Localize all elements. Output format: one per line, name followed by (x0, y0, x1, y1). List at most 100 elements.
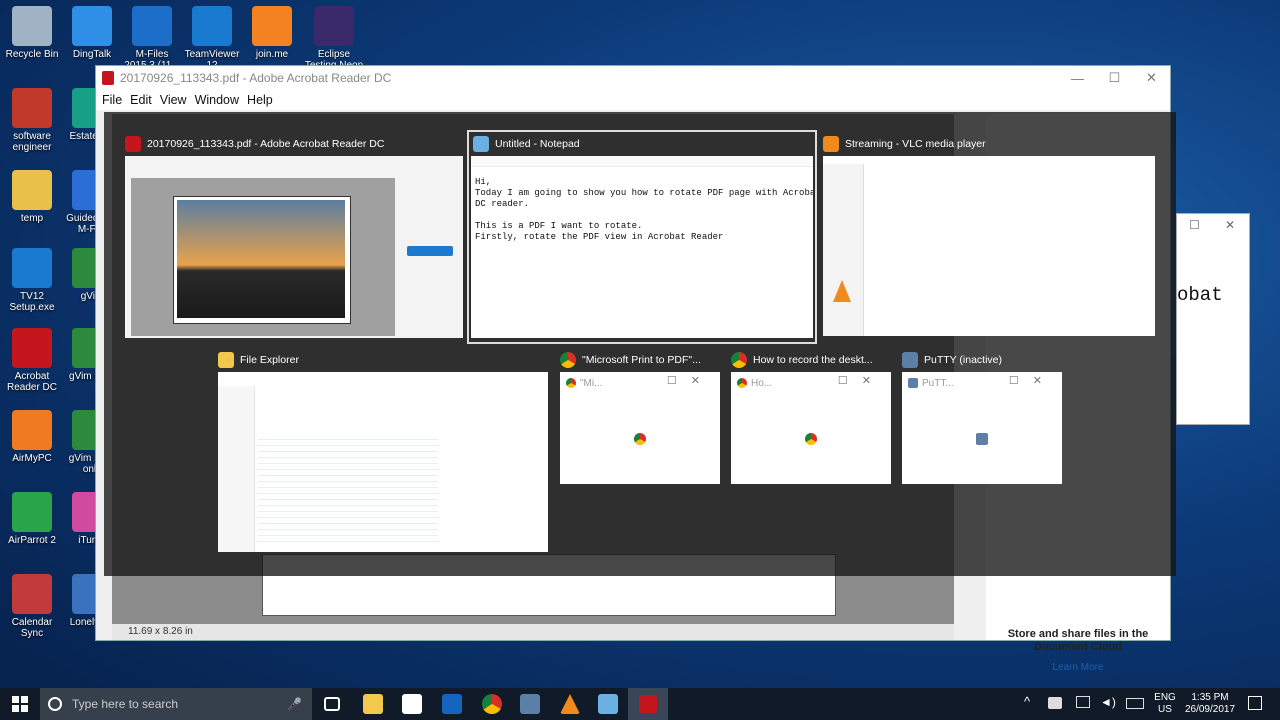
desktop-icon[interactable]: AirParrot 2 (0, 492, 64, 546)
desktop-icon-label: Acrobat Reader DC (6, 371, 58, 393)
maximize-button[interactable]: ☐ (1096, 66, 1133, 90)
putty-icon (902, 352, 918, 368)
language-indicator[interactable]: ENG US (1152, 692, 1178, 716)
desktop-icon-label: Recycle Bin (5, 49, 59, 60)
cortana-icon (48, 697, 62, 711)
menu-help[interactable]: Help (247, 93, 273, 107)
desktop-icon-label: AirMyPC (12, 453, 52, 464)
network-icon[interactable] (1076, 696, 1090, 708)
menu-edit[interactable]: Edit (130, 93, 152, 107)
desktop-app-icon (252, 6, 292, 46)
clock-date: 26/09/2017 (1184, 704, 1236, 715)
notepad-taskbar-icon[interactable] (598, 694, 618, 714)
notepad-text-fragment: obat (1177, 284, 1223, 306)
desktop-icon[interactable]: Calendar Sync (0, 574, 64, 639)
desktop-icon[interactable]: TeamViewer 12 (180, 6, 244, 71)
desktop-icon-label: temp (20, 213, 44, 224)
desktop-icon-label: DingTalk (72, 49, 112, 60)
desktop-icon-label: TV12 Setup.exe (9, 291, 55, 313)
desktop-icon[interactable]: Acrobat Reader DC (0, 328, 64, 393)
taskbar-search-box[interactable]: Type here to search 🎤 (40, 688, 312, 720)
desktop-icon[interactable]: M-Files 2015.3 (11... (120, 6, 184, 71)
show-hidden-icons-icon[interactable]: ^ (1024, 695, 1030, 708)
menu-file[interactable]: File (102, 93, 122, 107)
putty-taskbar-icon[interactable] (520, 694, 540, 714)
taskview-window-file-explorer[interactable]: File Explorer (218, 348, 548, 554)
window-controls-icon: ☐✕ (1008, 375, 1056, 387)
desktop-icon[interactable]: Eclipse Testing Neon (302, 6, 366, 71)
acrobat-window-title: 20170926_113343.pdf - Adobe Acrobat Read… (120, 71, 392, 85)
desktop-app-icon (12, 492, 52, 532)
learn-more-link[interactable]: Learn More (986, 662, 1170, 673)
chrome-icon (560, 352, 576, 368)
outlook-taskbar-icon[interactable] (442, 694, 462, 714)
minimize-button[interactable]: — (1059, 66, 1096, 90)
desktop-icon[interactable]: AirMyPC (0, 410, 64, 464)
close-button[interactable]: ✕ (1133, 66, 1170, 90)
desktop-icon[interactable]: join.me (240, 6, 304, 60)
notepad-window-background[interactable]: ☐ ✕ obat (1176, 213, 1250, 425)
vlc-taskbar-icon[interactable] (560, 694, 580, 714)
desktop-app-icon (192, 6, 232, 46)
window-controls-icon: ☐✕ (837, 375, 885, 387)
desktop-app-icon (12, 6, 52, 46)
acrobat-titlebar[interactable]: 20170926_113343.pdf - Adobe Acrobat Read… (96, 66, 1170, 90)
taskview-title: PuTTY (inactive) (924, 354, 1002, 366)
acrobat-taskbar-glyph-icon (639, 695, 657, 713)
acrobat-pdf-icon (102, 71, 114, 85)
taskview-title: 20170926_113343.pdf - Adobe Acrobat Read… (147, 138, 385, 150)
menu-view[interactable]: View (160, 93, 187, 107)
tray-app-icon[interactable] (1048, 697, 1062, 709)
taskview-window-chrome-print[interactable]: "Microsoft Print to PDF"... "Mi... ☐✕ (560, 348, 720, 484)
volume-icon[interactable]: ◄) (1100, 696, 1116, 708)
taskview-title: "Microsoft Print to PDF"... (582, 354, 701, 366)
microphone-icon[interactable]: 🎤 (287, 697, 302, 711)
desktop-app-icon (72, 6, 112, 46)
desktop-app-icon (132, 6, 172, 46)
desktop-icon[interactable]: temp (0, 170, 64, 224)
desktop-icon[interactable]: TV12 Setup.exe (0, 248, 64, 313)
taskview-window-putty[interactable]: PuTTY (inactive) PuTT... ☐✕ (902, 348, 1062, 484)
search-placeholder: Type here to search (72, 697, 179, 711)
desktop-icon-label: AirParrot 2 (8, 535, 56, 546)
taskview-window-chrome-record[interactable]: How to record the deskt... Ho... ☐✕ (731, 348, 891, 484)
desktop-icon[interactable]: software engineer (0, 88, 64, 153)
putty-tab-icon (908, 378, 918, 388)
desktop-icon[interactable]: Recycle Bin (0, 6, 64, 60)
chrome-logo-icon (634, 433, 646, 446)
chrome-taskbar-icon[interactable] (482, 694, 502, 714)
desktop-icon[interactable]: DingTalk (60, 6, 124, 60)
taskview-window-vlc[interactable]: Streaming - VLC media player (823, 132, 1155, 338)
folder-icon (218, 352, 234, 368)
store-taskbar-icon[interactable] (402, 694, 422, 714)
page-size-status: 11.69 x 8.26 in (112, 624, 954, 640)
language-code: ENG (1154, 692, 1176, 703)
taskview-window-notepad[interactable]: Untitled - Notepad Hi, Today I am going … (467, 130, 817, 344)
chrome-icon (731, 352, 747, 368)
keyboard-icon[interactable] (1126, 698, 1144, 709)
start-button[interactable] (0, 688, 40, 720)
desktop-app-icon (12, 88, 52, 128)
menu-window[interactable]: Window (195, 93, 239, 107)
chrome-tab-icon (737, 378, 747, 388)
file-explorer-taskbar-icon[interactable] (363, 694, 383, 714)
close-icon[interactable]: ✕ (1225, 218, 1235, 232)
clock-time: 1:35 PM (1191, 692, 1229, 703)
taskview-title: Untitled - Notepad (495, 138, 580, 150)
taskview-window-acrobat[interactable]: 20170926_113343.pdf - Adobe Acrobat Read… (125, 132, 463, 340)
desktop-icon-label: software engineer (12, 131, 52, 153)
action-center-icon[interactable] (1248, 696, 1262, 710)
task-view-icon[interactable] (324, 697, 340, 711)
region-code: US (1158, 704, 1172, 715)
maximize-icon[interactable]: ☐ (1189, 218, 1200, 232)
chrome-logo-icon (805, 433, 817, 446)
document-cloud-promo: Store and share files in the Document Cl… (1007, 628, 1149, 653)
notepad-icon (473, 136, 489, 152)
chrome-tab-icon (566, 378, 576, 388)
clock[interactable]: 1:35 PM 26/09/2017 (1182, 692, 1238, 716)
putty-tab-title: PuTT... (922, 378, 954, 389)
desktop-icon-label: join.me (255, 49, 289, 60)
putty-logo-icon (976, 433, 988, 446)
pdf-photo-thumbnail (177, 200, 345, 318)
taskview-title: File Explorer (240, 354, 299, 366)
